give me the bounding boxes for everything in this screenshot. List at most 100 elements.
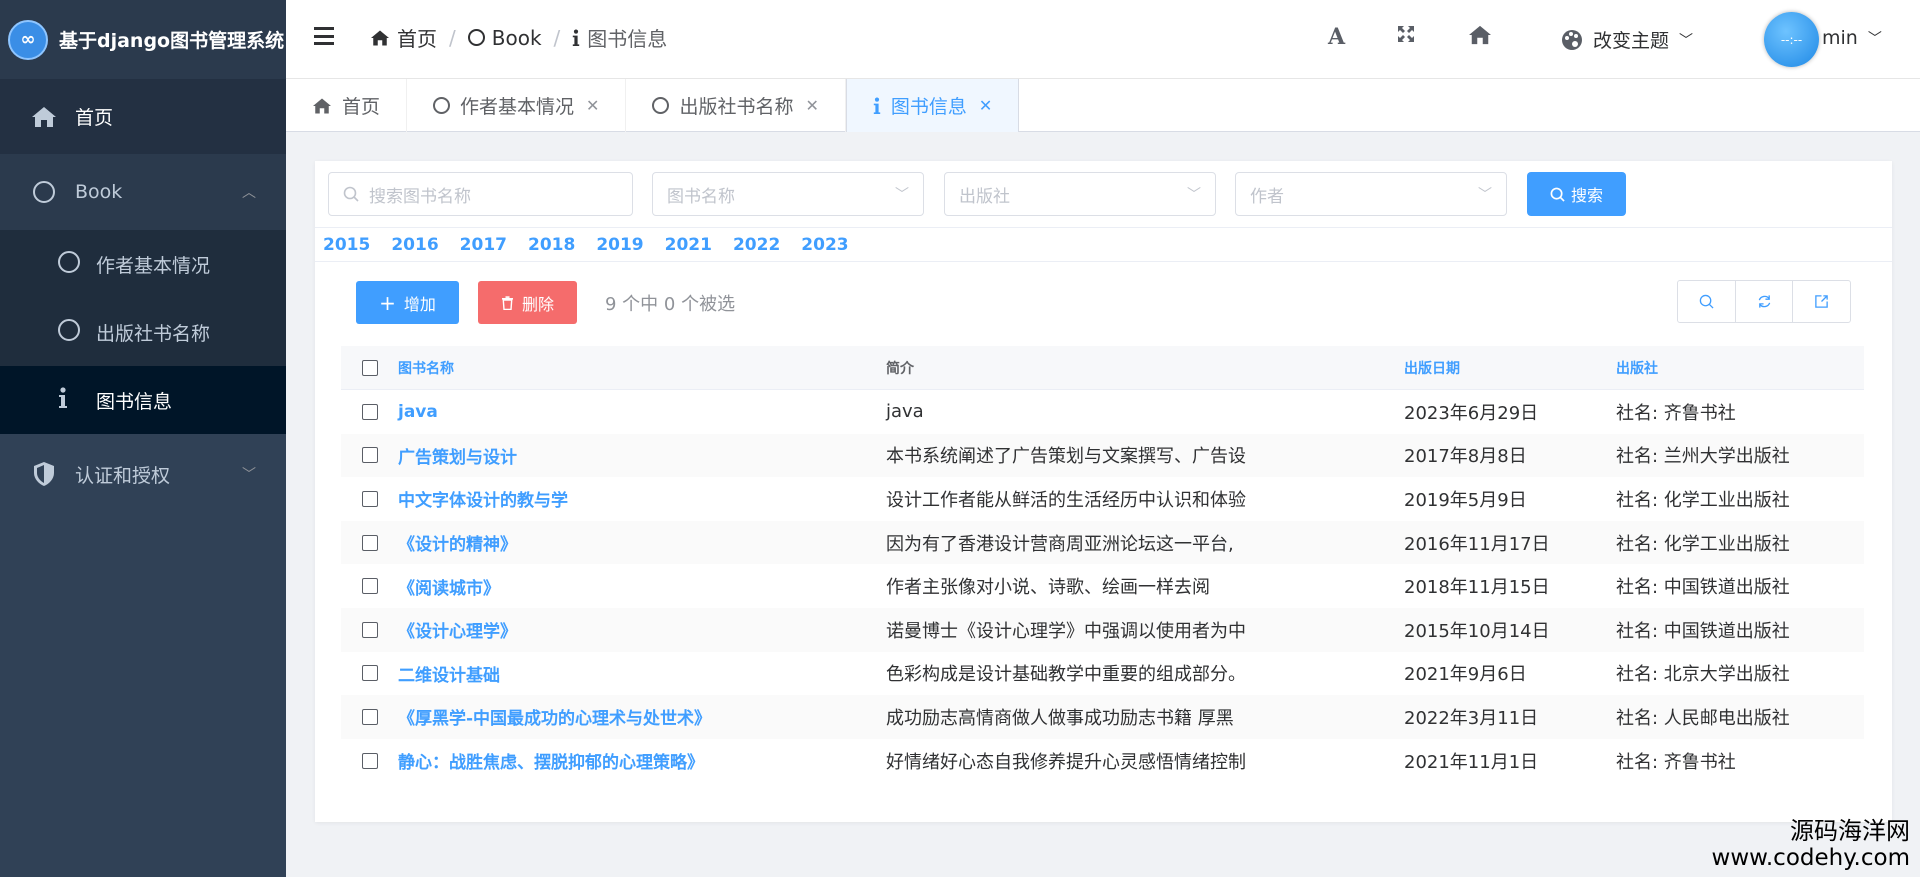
book-name-link[interactable]: 《设计的精神》 xyxy=(398,530,886,555)
theme-dropdown[interactable]: 改变主题 ﹀ xyxy=(1561,26,1693,53)
book-name-link[interactable]: 中文字体设计的教与学 xyxy=(398,486,886,511)
book-publisher: 社名: 化学工业出版社 xyxy=(1616,489,1790,511)
top-navbar: 首页 / Book / 图书信息 A 改变主题 ﹀ --:-- min ﹀ xyxy=(286,0,1920,79)
row-checkbox[interactable] xyxy=(361,534,378,551)
year-link[interactable]: 2021 xyxy=(665,235,712,255)
logo[interactable]: ∞ 基于django图书管理系统 xyxy=(0,0,286,79)
year-link[interactable]: 2015 xyxy=(323,235,370,255)
breadcrumb-book[interactable]: Book xyxy=(467,26,542,50)
book-desc: 成功励志高情商做人做事成功励志书籍 厚黑 xyxy=(886,707,1234,729)
row-checkbox[interactable] xyxy=(361,403,378,420)
row-checkbox[interactable] xyxy=(361,447,378,464)
export-icon[interactable] xyxy=(1793,281,1850,322)
book-name-link[interactable]: java xyxy=(398,402,886,422)
breadcrumb-label: 图书信息 xyxy=(587,27,668,51)
tab-publisher[interactable]: 出版社书名称 ✕ xyxy=(626,79,846,132)
year-link[interactable]: 2016 xyxy=(391,235,438,255)
row-checkbox[interactable] xyxy=(361,665,378,682)
book-desc: 作者主张像对小说、诗歌、绘画一样去阅 xyxy=(886,577,1210,599)
tab-label: 首页 xyxy=(342,96,381,118)
add-button[interactable]: + 增加 xyxy=(356,281,459,324)
breadcrumb-separator: / xyxy=(553,25,561,50)
chevron-down-icon: ﹀ xyxy=(895,187,909,203)
search-button[interactable]: 搜索 xyxy=(1527,172,1626,216)
book-desc: 诺曼博士《设计心理学》中强调以使用者为中 xyxy=(886,620,1246,642)
sidebar-item-publisher[interactable]: 出版社书名称 xyxy=(0,298,286,366)
book-name-select[interactable]: 图书名称 ﹀ xyxy=(652,172,924,216)
row-checkbox[interactable] xyxy=(361,578,378,595)
home-icon[interactable] xyxy=(1468,24,1492,52)
row-checkbox[interactable] xyxy=(361,621,378,638)
refresh-icon[interactable] xyxy=(1736,281,1794,322)
book-name-link[interactable]: 广告策划与设计 xyxy=(398,443,886,468)
book-publisher: 社名: 齐鲁书社 xyxy=(1616,751,1736,773)
tab-author[interactable]: 作者基本情况 ✕ xyxy=(407,79,627,132)
breadcrumb-separator: / xyxy=(449,25,456,50)
publisher-select[interactable]: 出版社 ﹀ xyxy=(944,172,1216,216)
year-link[interactable]: 2018 xyxy=(528,235,575,255)
fullscreen-icon[interactable] xyxy=(1396,24,1416,50)
tags-view: 首页 作者基本情况 ✕ 出版社书名称 ✕ 图书信息 ✕ xyxy=(286,79,1920,132)
chevron-down-icon: ﹀ xyxy=(1679,32,1694,49)
table-row: 《阅读城市》 作者主张像对小说、诗歌、绘画一样去阅 2018年11月15日 社名… xyxy=(341,564,1864,608)
delete-button[interactable]: 删除 xyxy=(478,281,577,324)
font-size-icon[interactable]: A xyxy=(1328,24,1345,50)
search-icon[interactable] xyxy=(1678,281,1736,322)
search-input[interactable]: 搜索图书名称 xyxy=(328,172,633,216)
close-icon[interactable]: ✕ xyxy=(979,96,992,115)
book-date: 2021年11月1日 xyxy=(1404,751,1539,773)
plus-icon: + xyxy=(379,290,396,315)
close-icon[interactable]: ✕ xyxy=(586,96,599,115)
year-filter: 2015 2016 2017 2018 2019 2021 2022 2023 xyxy=(315,227,1892,262)
info-icon xyxy=(573,29,580,46)
palette-icon xyxy=(1562,29,1582,50)
user-dropdown[interactable]: min ﹀ xyxy=(1822,27,1882,49)
book-publisher: 社名: 齐鲁书社 xyxy=(1616,402,1736,424)
avatar[interactable]: --:-- xyxy=(1764,12,1819,67)
sidebar-item-home[interactable]: 首页 xyxy=(0,79,286,154)
row-checkbox[interactable] xyxy=(361,708,378,725)
circle-icon xyxy=(58,250,80,278)
tab-label: 出版社书名称 xyxy=(679,96,794,118)
sidebar-item-label: Book xyxy=(75,181,123,203)
search-icon xyxy=(343,186,359,202)
author-select[interactable]: 作者 ﹀ xyxy=(1235,172,1507,216)
select-placeholder: 作者 xyxy=(1250,186,1284,207)
row-checkbox[interactable] xyxy=(361,752,378,769)
chevron-down-icon: ﹀ xyxy=(1478,187,1492,203)
table-row: 《设计的精神》 因为有了香港设计营商周亚洲论坛这一平台, 2016年11月17日… xyxy=(341,520,1864,565)
tab-home[interactable]: 首页 xyxy=(286,79,408,132)
home-icon xyxy=(313,98,331,113)
book-name-link[interactable]: 静心：战胜焦虑、摆脱抑郁的心理策略》 xyxy=(398,748,886,773)
book-date: 2022年3月11日 xyxy=(1404,707,1539,729)
column-header-publisher[interactable]: 出版社 xyxy=(1616,358,1864,378)
sidebar-item-author[interactable]: 作者基本情况 xyxy=(0,230,286,298)
year-link[interactable]: 2023 xyxy=(801,235,848,255)
breadcrumb-home[interactable]: 首页 xyxy=(370,23,437,52)
sidebar-item-auth[interactable]: 认证和授权 ﹀ xyxy=(0,434,286,514)
year-link[interactable]: 2022 xyxy=(733,235,780,255)
sidebar-item-book-info[interactable]: 图书信息 xyxy=(0,366,286,434)
column-header-name[interactable]: 图书名称 xyxy=(398,358,886,378)
hamburger-icon[interactable] xyxy=(314,27,334,45)
year-link[interactable]: 2017 xyxy=(460,235,507,255)
book-desc: 色彩构成是设计基础教学中重要的组成部分。 xyxy=(886,664,1246,686)
book-publisher: 社名: 北京大学出版社 xyxy=(1616,664,1790,686)
sidebar-item-book[interactable]: Book ︿ xyxy=(0,154,286,230)
column-header-date[interactable]: 出版日期 xyxy=(1404,358,1616,378)
book-name-link[interactable]: 二维设计基础 xyxy=(398,661,886,686)
close-icon[interactable]: ✕ xyxy=(805,96,818,115)
tab-book-info[interactable]: 图书信息 ✕ xyxy=(845,79,1020,132)
row-checkbox[interactable] xyxy=(361,490,378,507)
year-link[interactable]: 2019 xyxy=(596,235,643,255)
book-name-link[interactable]: 《阅读城市》 xyxy=(398,574,886,599)
sidebar-item-label: 首页 xyxy=(75,107,114,129)
search-icon xyxy=(1550,187,1565,202)
chevron-down-icon: ﹀ xyxy=(1187,187,1201,203)
book-name-link[interactable]: 《设计心理学》 xyxy=(398,617,886,642)
book-desc: 好情绪好心态自我修养提升心灵感悟情绪控制 xyxy=(886,751,1246,773)
brand-name: 源码海洋网 xyxy=(1790,817,1910,845)
select-all-checkbox[interactable] xyxy=(361,359,378,376)
book-name-link[interactable]: 《厚黑学-中国最成功的心理术与处世术》 xyxy=(398,704,886,729)
info-icon xyxy=(58,386,80,414)
